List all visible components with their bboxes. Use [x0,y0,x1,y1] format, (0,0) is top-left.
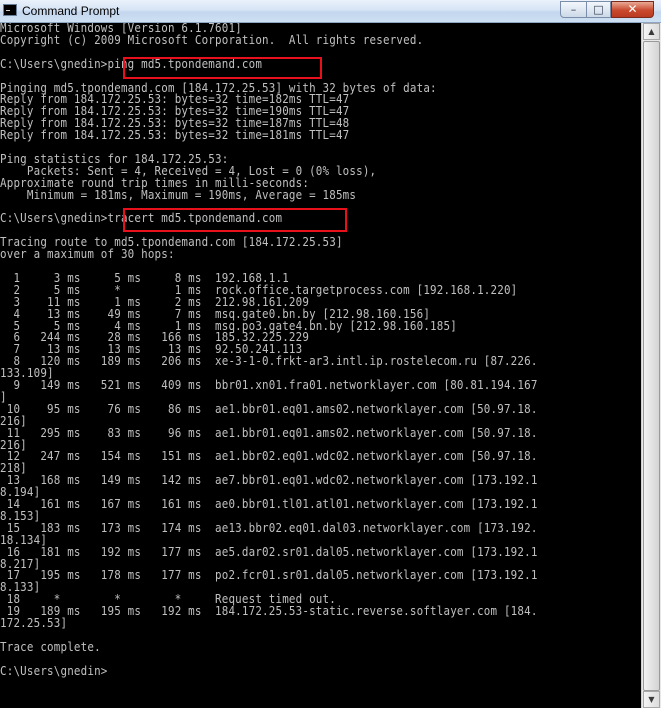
console-line: 16 181 ms 192 ms 177 ms ae5.dar02.sr01.d… [0,544,538,559]
console-line: Trace complete. [0,639,101,654]
console-line: C:\Users\gnedin>tracert md5.tpondemand.c… [0,211,283,226]
minimize-button[interactable]: – [560,1,587,18]
maximize-button[interactable]: □ [586,1,611,18]
arrow-up-icon: ▲ [648,27,655,36]
console-line: 15 183 ms 173 ms 174 ms ae13.bbr02.eq01.… [0,520,538,535]
console-line: Minimum = 181ms, Maximum = 190ms, Averag… [0,187,357,202]
window-title: Command Prompt [22,4,120,18]
console-line: 11 295 ms 83 ms 96 ms ae1.bbr01.eq01.ams… [0,425,538,440]
console-line: 12 247 ms 154 ms 151 ms ae1.bbr02.eq01.w… [0,449,538,464]
close-button[interactable]: ✕ [611,1,654,18]
close-icon: ✕ [627,2,638,16]
scroll-down-button[interactable]: ▼ [643,691,660,708]
console-line: 10 95 ms 76 ms 86 ms ae1.bbr01.eq01.ams0… [0,401,538,416]
title-bar[interactable]: Command Prompt – □ ✕ [0,0,661,23]
maximize-icon: □ [593,3,604,16]
console-line: C:\Users\gnedin> [0,663,108,678]
console-line: 9 149 ms 521 ms 409 ms bbr01.xn01.fra01.… [0,378,538,392]
console-line: C:\Users\gnedin>ping md5.tpondemand.com [0,56,263,71]
cmd-icon [3,4,17,16]
console-line: over a maximum of 30 hops: [0,247,175,262]
console-line: 172.25.53] [0,616,68,630]
console-line: 17 195 ms 178 ms 177 ms po2.fcr01.sr01.d… [0,568,538,583]
console-line: 8 120 ms 189 ms 206 ms xe-3-1-0.frkt-ar3… [0,354,538,369]
minimize-icon: – [570,3,577,16]
console-line: Reply from 184.172.25.53: bytes=32 time=… [0,128,350,143]
console-line: 13 168 ms 149 ms 142 ms ae7.bbr01.eq01.w… [0,473,538,488]
vertical-scrollbar[interactable]: ▲ ▼ [641,23,661,708]
console-line: 14 161 ms 167 ms 161 ms ae0.bbr01.tl01.a… [0,497,538,511]
console-line: Copyright (c) 2009 Microsoft Corporation… [0,32,424,47]
scroll-up-button[interactable]: ▲ [643,23,660,40]
arrow-down-icon: ▼ [648,695,655,704]
console-line: 19 189 ms 195 ms 192 ms 184.172.25.53-st… [0,604,538,619]
scrollbar-thumb[interactable] [643,41,660,691]
console-output[interactable]: Microsoft Windows [Version 6.1.7601] Copy… [0,23,641,708]
command-prompt-window: Command Prompt – □ ✕ Microsoft Windows [… [0,0,661,708]
